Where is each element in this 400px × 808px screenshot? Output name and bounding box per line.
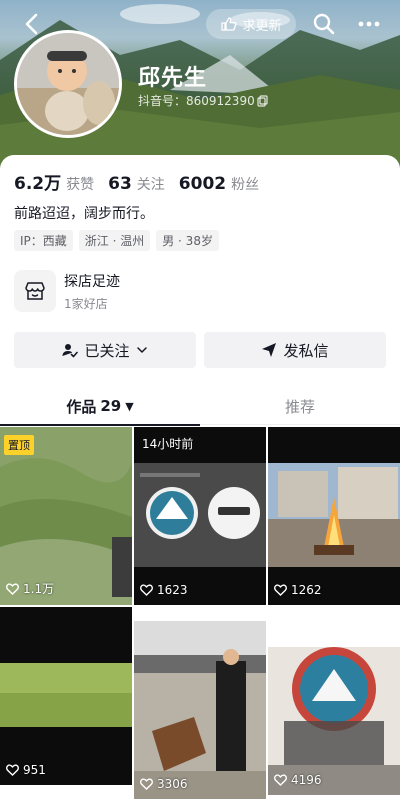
avatar[interactable] xyxy=(14,30,122,138)
content-tabs: 作品 29 ▼ 推荐 xyxy=(0,387,400,426)
store-icon xyxy=(25,282,45,300)
bio-text: 前路迢迢，阔步而行。 xyxy=(14,206,154,222)
tab-works-count: 29 xyxy=(100,397,122,415)
back-button[interactable] xyxy=(18,10,46,38)
heart-outline-icon xyxy=(140,584,153,596)
video-tile[interactable]: 1262 xyxy=(268,427,400,605)
shop-subtitle: 1家好店 xyxy=(64,296,108,311)
stat-label: 获赞 xyxy=(66,177,95,193)
stat-followers[interactable]: 6002 粉丝 xyxy=(179,174,259,194)
stat-label: 关注 xyxy=(136,177,165,193)
more-button[interactable] xyxy=(356,12,382,36)
search-icon xyxy=(313,13,335,35)
like-count-value: 3306 xyxy=(157,777,188,791)
tag-gender-age: 男 · 38岁 xyxy=(156,230,219,251)
shop-text: 探店足迹 1家好店 xyxy=(64,271,120,312)
heart-outline-icon xyxy=(6,582,19,595)
video-thumbnail xyxy=(134,427,266,605)
post-time-badge: 14小时前 xyxy=(142,437,194,451)
like-count: 1.1万 xyxy=(6,580,54,597)
followed-label: 已关注 xyxy=(84,341,130,360)
search-button[interactable] xyxy=(312,12,336,36)
request-update-label: 求更新 xyxy=(242,18,282,34)
like-count-value: 1262 xyxy=(291,583,322,597)
like-count-value: 1623 xyxy=(157,583,188,597)
tab-recommend-label: 推荐 xyxy=(284,397,315,416)
copy-icon[interactable] xyxy=(257,94,269,107)
like-count-value: 1.1万 xyxy=(23,582,55,596)
like-count: 3306 xyxy=(140,777,188,791)
user-check-icon xyxy=(62,344,79,358)
tag-ip: IP：西藏 xyxy=(14,230,73,251)
thumb-request-icon xyxy=(221,17,238,31)
video-thumbnail xyxy=(134,621,266,799)
tab-works[interactable]: 作品 29 ▼ xyxy=(0,387,200,426)
tag-location: 浙江 · 温州 xyxy=(78,230,151,251)
video-tile[interactable]: 14小时前 1623 xyxy=(134,427,266,605)
action-row: 已关注 发私信 xyxy=(14,332,386,368)
video-tile[interactable]: 3306 xyxy=(134,621,266,799)
request-update-button[interactable]: 求更新 xyxy=(206,9,296,39)
send-message-label: 发私信 xyxy=(283,341,329,360)
douyin-id-text: 抖音号：860912390 xyxy=(138,94,255,108)
shop-title: 探店足迹 xyxy=(64,273,120,290)
profile-tags: IP：西藏 浙江 · 温州 男 · 38岁 xyxy=(14,230,219,251)
stat-value: 6.2万 xyxy=(14,174,62,194)
like-count: 1262 xyxy=(274,583,322,597)
chevron-left-icon xyxy=(25,13,38,35)
like-count: 1623 xyxy=(140,583,188,597)
shop-footprint-entry[interactable]: 探店足迹 1家好店 xyxy=(14,267,120,315)
chevron-down-icon xyxy=(136,347,147,353)
stat-value: 63 xyxy=(108,174,132,194)
profile-name: 邱先生 xyxy=(138,66,208,91)
triangle-down-icon: ▼ xyxy=(125,399,134,413)
heart-outline-icon xyxy=(6,764,19,776)
douyin-id[interactable]: 抖音号：860912390 xyxy=(138,92,269,109)
video-grid: 置顶 1.1万 14小时前 1623 1262 951 3306 4196 xyxy=(0,427,400,808)
stat-value: 6002 xyxy=(178,174,227,194)
more-dots-icon xyxy=(358,21,380,27)
heart-outline-icon xyxy=(140,778,153,790)
like-count: 4196 xyxy=(274,773,322,787)
video-thumbnail xyxy=(268,617,400,795)
like-count-value: 951 xyxy=(23,763,46,777)
followed-button[interactable]: 已关注 xyxy=(14,332,196,368)
stats-row: 6.2万 获赞 63 关注 6002 粉丝 xyxy=(14,169,273,194)
like-count-value: 4196 xyxy=(291,773,322,787)
profile-banner: 求更新 邱先生 抖音号：860912390 xyxy=(0,0,400,172)
send-message-button[interactable]: 发私信 xyxy=(204,332,386,368)
tab-recommend[interactable]: 推荐 xyxy=(200,387,400,425)
video-tile[interactable]: 置顶 1.1万 xyxy=(0,427,132,605)
stat-following[interactable]: 63 关注 xyxy=(108,174,165,194)
tab-works-label: 作品 xyxy=(66,397,97,416)
pinned-badge: 置顶 xyxy=(4,435,34,455)
video-tile[interactable]: 4196 xyxy=(268,617,400,795)
stat-likes[interactable]: 6.2万 获赞 xyxy=(14,169,94,194)
avatar-image xyxy=(17,33,119,135)
heart-outline-icon xyxy=(274,774,287,786)
video-thumbnail xyxy=(0,607,132,785)
stat-label: 粉丝 xyxy=(231,177,260,193)
heart-outline-icon xyxy=(274,584,287,596)
like-count: 951 xyxy=(6,763,46,777)
shop-icon-wrap xyxy=(14,270,56,312)
video-thumbnail xyxy=(268,427,400,605)
send-plane-icon xyxy=(262,343,277,357)
video-tile[interactable]: 951 xyxy=(0,607,132,785)
